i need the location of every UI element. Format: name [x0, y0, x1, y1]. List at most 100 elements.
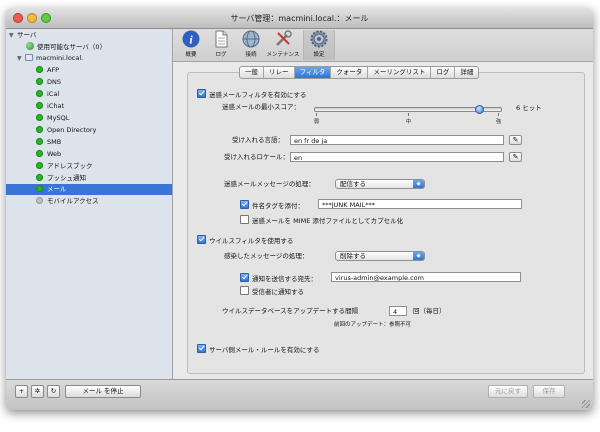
tab-quota[interactable]: クォータ [331, 67, 369, 78]
computer-icon [25, 54, 33, 61]
disclosure-down-icon[interactable]: ▼ [17, 53, 25, 64]
toolbar-maintenance-button[interactable]: メンテナンス [266, 30, 300, 58]
filter-panel: 迷惑メールフィルタを有効にする 迷惑メールの最小スコア： 6 ヒット 弱 中 強… [187, 72, 585, 374]
service-running-icon [36, 90, 43, 97]
sidebar-item-ichat[interactable]: iChat [36, 101, 64, 112]
tab-relay[interactable]: リレー [264, 67, 295, 78]
service-running-icon [36, 138, 43, 145]
tag-subject-checkbox-row[interactable]: 件名タグを添付： [240, 200, 304, 211]
service-running-icon [36, 150, 43, 157]
tab-general[interactable]: 一般 [240, 67, 264, 78]
languages-field[interactable]: en fr de ja [290, 135, 504, 145]
sidebar-item-open-directory[interactable]: Open Directory [36, 125, 96, 136]
notify-recipient-checkbox-row[interactable]: 受信者に通知する [240, 286, 304, 297]
min-score-slider-knob[interactable] [475, 105, 485, 114]
pencil-icon: ✎ [512, 153, 519, 161]
gear-icon [310, 30, 328, 48]
infected-handling-label: 感染したメッセージの処理： [224, 252, 309, 260]
sidebar-item-available-servers[interactable]: 使用可能なサーバ（0） [26, 42, 106, 53]
tab-filter[interactable]: フィルタ [294, 67, 332, 78]
sidebar-header-servers[interactable]: ▼ サーバ [9, 30, 36, 41]
slider-tick [316, 113, 317, 116]
network-globe-icon [26, 42, 34, 50]
tab-advanced[interactable]: 詳細 [455, 67, 478, 78]
spam-filter-checkbox-row[interactable]: 迷惑メールフィルタを有効にする [197, 89, 306, 100]
tab-mailing-list[interactable]: メーリングリスト [368, 67, 432, 78]
toolbar-overview-button[interactable]: i 概要 [176, 30, 206, 58]
resize-grip[interactable] [582, 400, 590, 408]
sidebar-item-push-notification[interactable]: プッシュ通知 [36, 173, 86, 184]
revert-button[interactable]: 元に戻す [488, 385, 528, 398]
sidebar-item-smb[interactable]: SMB [36, 137, 61, 148]
bottom-bar: + ✲ ↻ メール を停止 元に戻す 保存 [6, 379, 593, 410]
edit-languages-button[interactable]: ✎ [509, 135, 522, 145]
tools-icon [274, 30, 292, 48]
service-running-icon [36, 114, 43, 121]
virus-filter-checkbox[interactable] [197, 235, 206, 244]
slider-tick [408, 113, 409, 116]
sidebar: ▼ サーバ 使用可能なサーバ（0） ▼ macmini.local. AFP DNS… [6, 29, 173, 379]
tag-subject-checkbox[interactable] [240, 200, 249, 209]
locales-label: 受け入れるロケール： [224, 153, 289, 161]
sidebar-item-dns[interactable]: DNS [36, 77, 61, 88]
settings-tabs: 一般 リレー フィルタ クォータ メーリングリスト ログ 詳細 [239, 66, 480, 79]
tag-subject-field[interactable]: ***JUNK MAIL*** [318, 199, 522, 209]
toolbar-connections-button[interactable]: 接続 [236, 30, 266, 58]
languages-label: 受け入れる言語： [232, 136, 284, 144]
window-title: サーバ管理：macmini.local.：メール [230, 14, 369, 23]
locales-field[interactable]: en [290, 152, 504, 162]
virus-filter-checkbox-row[interactable]: ウイルスフィルタを使用する [197, 235, 293, 246]
stop-mail-button[interactable]: メール を停止 [65, 385, 141, 398]
toolbar-settings-button[interactable]: 設定 [303, 30, 335, 60]
sidebar-item-ical[interactable]: iCal [36, 89, 59, 100]
sidebar-item-mail[interactable]: メール [6, 184, 172, 195]
log-document-icon [212, 30, 230, 48]
update-interval-field[interactable]: 4 [389, 306, 407, 316]
slider-label-low: 弱 [314, 119, 320, 125]
edit-locales-button[interactable]: ✎ [509, 152, 522, 162]
slider-tick [498, 113, 499, 116]
tab-log[interactable]: ログ [431, 67, 456, 78]
service-running-icon [36, 185, 43, 192]
slider-label-high: 強 [496, 119, 502, 125]
service-running-icon [36, 162, 43, 169]
server-rules-checkbox[interactable] [197, 344, 206, 353]
add-button[interactable]: + [15, 385, 28, 398]
notify-address-field[interactable]: virus-admin@example.com [331, 272, 521, 282]
min-score-value: 6 ヒット [516, 104, 542, 112]
toolbar: i 概要 ログ 接続 メンテナンス 設定 [173, 29, 593, 62]
server-admin-window: サーバ管理：macmini.local.：メール ▼ サーバ 使用可能なサーバ（0… [6, 8, 593, 410]
notify-checkbox-row[interactable]: 通知を送信する宛先： [240, 273, 317, 284]
sidebar-item-address-book[interactable]: アドレスブック [36, 161, 93, 172]
spam-filter-checkbox[interactable] [197, 89, 206, 98]
service-running-icon [36, 66, 43, 73]
server-rules-checkbox-row[interactable]: サーバ側メール・ルールを有効にする [197, 344, 320, 355]
last-update-text: 前回のアップデート：参照不可 [334, 322, 412, 328]
sidebar-item-host[interactable]: ▼ macmini.local. [17, 53, 83, 64]
save-button[interactable]: 保存 [533, 385, 565, 398]
disclosure-down-icon[interactable]: ▼ [9, 30, 17, 41]
gear-menu-button[interactable]: ✲ [31, 385, 44, 398]
sidebar-item-afp[interactable]: AFP [36, 65, 59, 76]
encapsulate-checkbox-row[interactable]: 迷惑メールを MIME 添付ファイルとしてカプセル化 [240, 215, 403, 226]
service-running-icon [36, 174, 43, 181]
infected-handling-popup[interactable]: 削除する ◆ [335, 251, 425, 261]
stop-mail-label: メール を停止 [82, 387, 124, 395]
sidebar-item-mobile-access[interactable]: モバイルアクセス [36, 196, 99, 207]
service-running-icon [36, 78, 43, 85]
notify-recipient-checkbox[interactable] [240, 286, 249, 295]
sidebar-item-mysql[interactable]: MySQL [36, 113, 69, 124]
pencil-icon: ✎ [512, 136, 519, 144]
toolbar-log-button[interactable]: ログ [206, 30, 236, 58]
encapsulate-checkbox[interactable] [240, 215, 249, 224]
gear-icon: ✲ [34, 387, 41, 395]
popup-arrows-icon: ◆ [413, 180, 424, 188]
refresh-button[interactable]: ↻ [47, 385, 60, 398]
min-score-slider-track[interactable] [314, 107, 502, 112]
notify-checkbox[interactable] [240, 273, 249, 282]
spam-handling-popup[interactable]: 配信する ◆ [335, 179, 425, 189]
content-area: 迷惑メールフィルタを有効にする 迷惑メールの最小スコア： 6 ヒット 弱 中 強… [173, 62, 593, 379]
sidebar-item-web[interactable]: Web [36, 149, 61, 160]
title-bar: サーバ管理：macmini.local.：メール [6, 8, 593, 29]
refresh-icon: ↻ [50, 387, 57, 395]
